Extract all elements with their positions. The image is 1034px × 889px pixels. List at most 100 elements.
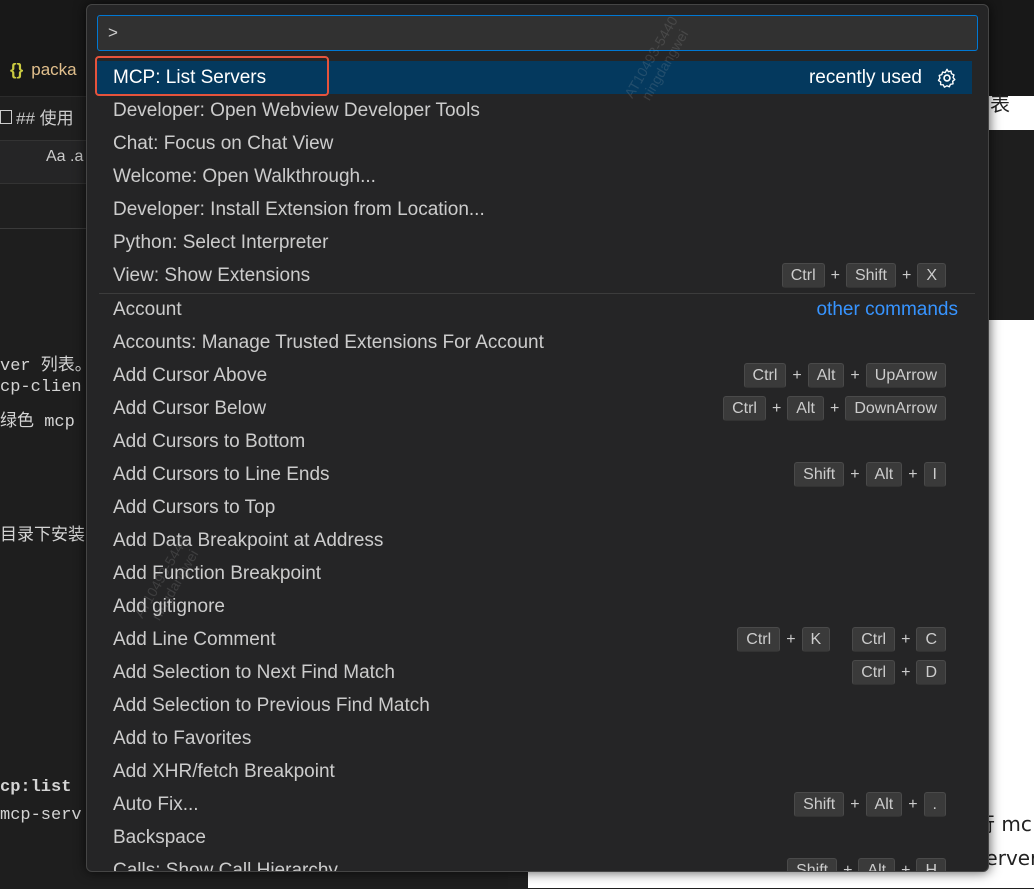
editor-tab[interactable]: {} packa [10,60,77,80]
command-label: Add Cursors to Bottom [113,431,306,452]
command-label: Add Line Comment [113,629,276,650]
command-item-right: Ctrl + K Ctrl + C [737,623,946,656]
command-item[interactable]: Add Cursors to Top [97,491,972,524]
command-palette-input[interactable] [97,15,978,51]
command-item[interactable]: Add Function Breakpoint [97,557,972,590]
command-label: Add XHR/fetch Breakpoint [113,761,335,782]
key-plus: + [786,631,796,648]
command-label: Add Function Breakpoint [113,563,322,584]
command-label: Add Selection to Next Find Match [113,662,395,683]
keybinding-key: Ctrl [852,627,896,652]
editor-line: cp:list [0,778,72,797]
command-item[interactable]: Add Line Comment Ctrl + K Ctrl + C [97,623,972,656]
command-item[interactable]: Add Cursor Above Ctrl + Alt + UpArrow [97,359,972,392]
breadcrumb[interactable]: ## 使用 [0,104,74,129]
key-plus: + [901,267,912,284]
command-label: Backspace [113,827,206,848]
other-commands-link[interactable]: other commands [816,293,958,326]
key-plus: + [830,267,840,284]
keybinding-key: Alt [807,363,845,388]
key-plus: + [792,367,802,384]
command-label: Auto Fix... [113,794,199,815]
list-icon [0,110,12,124]
braces-icon: {} [10,60,24,79]
keybinding-key: D [916,660,946,685]
command-item[interactable]: Add to Favorites [97,722,972,755]
key-plus: + [908,466,918,483]
keybinding-key: I [923,462,946,487]
keybinding-key: Shift [787,858,838,871]
command-item-right: Shift + Alt +. [794,788,946,821]
keybinding-key: H [916,858,946,871]
key-plus: + [850,367,860,384]
keybinding-key: Alt [865,792,903,817]
key-plus: + [901,664,911,681]
command-item[interactable]: Add Data Breakpoint at Address [97,524,972,557]
keybinding-key: UpArrow [865,363,946,388]
command-label: Python: Select Interpreter [113,232,329,253]
key-plus: + [901,862,911,872]
command-item[interactable]: Add Cursors to Bottom [97,425,972,458]
command-item[interactable]: View: Show Extensions Ctrl + Shift + X [97,259,972,292]
command-item[interactable]: Add XHR/fetch Breakpoint [97,755,972,788]
key-plus: + [850,466,860,483]
command-item[interactable]: Developer: Install Extension from Locati… [97,193,972,226]
command-label: Account [113,299,182,320]
command-label: Accounts: Manage Trusted Extensions For … [113,332,544,353]
key-plus: + [771,400,782,417]
command-item[interactable]: Add gitignore [97,590,972,623]
keybinding-key: DownArrow [845,396,946,421]
command-item[interactable]: Welcome: Open Walkthrough... [97,160,972,193]
command-item[interactable]: Developer: Open Webview Developer Tools [97,94,972,127]
keybinding-key: Alt [858,858,896,871]
editor-line: mcp-serv [0,806,82,825]
recently-used-label: recently used [808,67,922,88]
command-label: Add Cursors to Top [113,497,276,518]
command-label: Add Cursor Below [113,398,267,419]
keybinding-key: Shift [845,263,896,288]
command-item[interactable]: Add Cursors to Line Ends Shift + Alt + I [97,458,972,491]
command-item[interactable]: MCP: List Servers recently used [97,61,972,94]
command-item[interactable]: Add Selection to Previous Find Match [97,689,972,722]
command-item-right: Shift + Alt + H [787,854,946,872]
keybinding-key: X [917,263,946,288]
command-palette: MCP: List Servers recently used Developer:… [86,4,989,872]
command-item[interactable]: Account other commands [97,293,972,326]
command-item[interactable]: Accounts: Manage Trusted Extensions For … [97,326,972,359]
command-label: Developer: Open Webview Developer Tools [113,100,480,121]
preview-text: 表 [990,92,1010,116]
command-label: Calls: Show Call Hierarchy [113,860,338,872]
command-item-right: Ctrl + Alt + DownArrow [723,392,946,425]
keybinding-key: Shift [794,462,845,487]
command-label: Chat: Focus on Chat View [113,133,334,154]
gear-icon[interactable] [936,67,958,89]
command-label: View: Show Extensions [113,265,311,286]
keybinding-key: K [801,627,831,652]
keybinding-key: Ctrl [781,263,825,288]
key-plus: + [850,796,860,813]
command-label: Add Selection to Previous Find Match [113,695,430,716]
editor-line: 绿色 mcp [0,413,75,432]
keybinding-key: Ctrl [743,363,787,388]
editor-line: cp-clien [0,378,82,397]
command-item[interactable]: Chat: Focus on Chat View [97,127,972,160]
match-case-toggle[interactable]: Aa .a [46,148,83,166]
command-item-right: Ctrl + Shift + X [781,259,946,292]
command-item-right: Shift + Alt + I [794,458,946,491]
command-item[interactable]: Auto Fix... Shift + Alt +. [97,788,972,821]
command-label: Add Cursors to Line Ends [113,464,330,485]
command-item-right: Ctrl + Alt + UpArrow [743,359,946,392]
command-item[interactable]: Add Cursor Below Ctrl + Alt + DownArrow [97,392,972,425]
keybinding-key: . [923,792,946,817]
editor-line: ver 列表。 [0,357,92,376]
command-item[interactable]: Calls: Show Call Hierarchy Shift + Alt + H [97,854,972,872]
command-item[interactable]: Python: Select Interpreter [97,226,972,259]
keybinding-key: Ctrl [737,627,781,652]
keybinding-key: Ctrl [852,660,896,685]
key-plus: + [829,400,840,417]
key-plus: + [908,796,918,813]
editor-line: 目录下安装 [0,525,85,545]
command-item[interactable]: Backspace [97,821,972,854]
command-label: Add Data Breakpoint at Address [113,530,384,551]
command-item[interactable]: Add Selection to Next Find Match Ctrl + D [97,656,972,689]
